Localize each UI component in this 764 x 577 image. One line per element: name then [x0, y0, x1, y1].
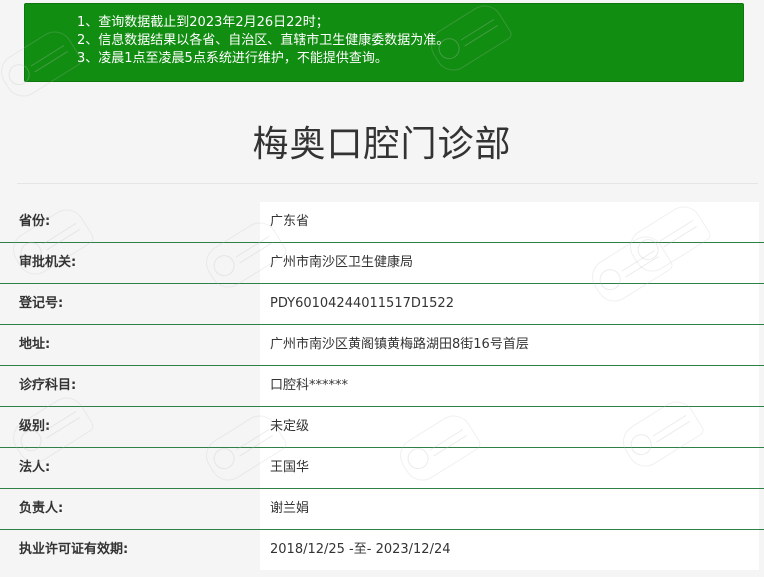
details-row-level: 级别: 未定级: [0, 407, 764, 448]
title-divider: [17, 183, 758, 184]
medical-subjects-label: 诊疗科目:: [0, 366, 260, 406]
responsible-person-label: 负责人:: [0, 489, 260, 529]
responsible-person-value: 谢兰娟: [260, 489, 759, 529]
query-notice-banner: 1、查询数据截止到2023年2月26日22时； 2、信息数据结果以各省、自治区、…: [24, 3, 744, 82]
registration-number-value: PDY60104244011517D1522: [260, 284, 759, 324]
level-value: 未定级: [260, 407, 759, 447]
details-row-legal-person: 法人: 王国华: [0, 448, 764, 489]
address-value: 广州市南沙区黄阁镇黄梅路湖田8街16号首层: [260, 325, 759, 365]
address-label: 地址:: [0, 325, 260, 365]
details-row-address: 地址: 广州市南沙区黄阁镇黄梅路湖田8街16号首层: [0, 325, 764, 366]
level-label: 级别:: [0, 407, 260, 447]
approval-authority-value: 广州市南沙区卫生健康局: [260, 243, 759, 283]
clinic-license-query-page: 1、查询数据截止到2023年2月26日22时； 2、信息数据结果以各省、自治区、…: [0, 0, 764, 577]
registration-number-label: 登记号:: [0, 284, 260, 324]
details-row-approval-authority: 审批机关: 广州市南沙区卫生健康局: [0, 243, 764, 284]
legal-person-value: 王国华: [260, 448, 759, 488]
medical-subjects-value: 口腔科******: [260, 366, 759, 406]
license-validity-label: 执业许可证有效期:: [0, 530, 260, 570]
notice-line-1: 1、查询数据截止到2023年2月26日22时；: [77, 15, 329, 30]
province-label: 省份:: [0, 202, 260, 242]
approval-authority-label: 审批机关:: [0, 243, 260, 283]
notice-line-2: 2、信息数据结果以各省、自治区、直辖市卫生健康委数据为准。: [77, 33, 450, 48]
province-value: 广东省: [260, 202, 759, 242]
license-validity-value: 2018/12/25 -至- 2023/12/24: [260, 530, 759, 570]
details-row-registration-number: 登记号: PDY60104244011517D1522: [0, 284, 764, 325]
clinic-details-table: 省份: 广东省 审批机关: 广州市南沙区卫生健康局 登记号: PDY601042…: [0, 202, 764, 571]
details-row-province: 省份: 广东省: [0, 202, 764, 243]
details-row-responsible-person: 负责人: 谢兰娟: [0, 489, 764, 530]
details-row-medical-subjects: 诊疗科目: 口腔科******: [0, 366, 764, 407]
clinic-name-title: 梅奥口腔门诊部: [252, 124, 512, 165]
notice-line-3: 3、凌晨1点至凌晨5点系统进行维护，不能提供查询。: [77, 51, 388, 66]
legal-person-label: 法人:: [0, 448, 260, 488]
details-row-license-validity: 执业许可证有效期: 2018/12/25 -至- 2023/12/24: [0, 530, 764, 571]
